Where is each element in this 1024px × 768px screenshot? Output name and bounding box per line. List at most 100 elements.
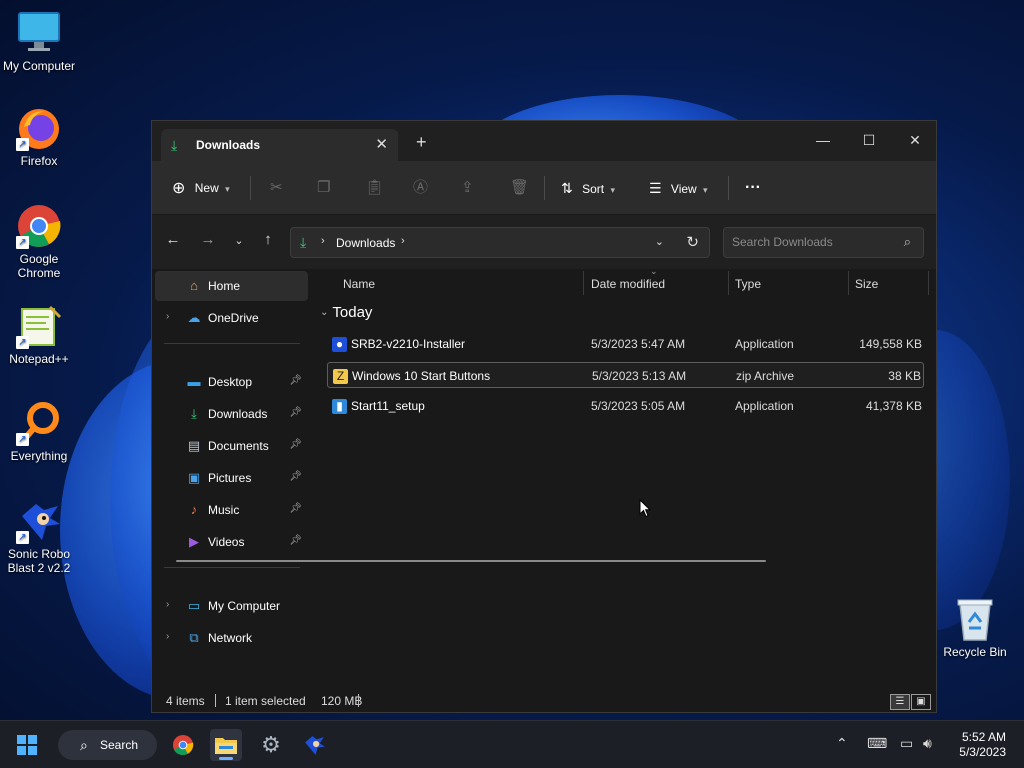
- chevron-right-icon[interactable]: ›: [166, 311, 169, 322]
- pin-icon[interactable]: 📌︎: [289, 503, 302, 514]
- column-divider[interactable]: [928, 271, 929, 295]
- recent-locations-chevron-icon[interactable]: ⌄: [228, 234, 250, 247]
- start-button[interactable]: [11, 729, 43, 761]
- sidebar-item-videos[interactable]: ▶ Videos 📌︎: [155, 527, 308, 557]
- sidebar-item-home[interactable]: ⌂ Home: [155, 271, 308, 301]
- pin-icon[interactable]: 📌︎: [289, 375, 302, 386]
- active-indicator: [219, 757, 233, 760]
- desktop-icon-notepadpp[interactable]: ↗ Notepad++: [0, 303, 78, 366]
- new-tab-button[interactable]: +: [416, 133, 427, 151]
- sidebar-item-my-computer[interactable]: › ▭ My Computer: [155, 591, 308, 621]
- copy-icon[interactable]: ❐: [317, 161, 330, 215]
- taskbar-file-explorer[interactable]: [210, 729, 242, 761]
- sidebar-item-downloads[interactable]: ⤓ Downloads 📌︎: [155, 399, 308, 429]
- videos-icon: ▶: [189, 534, 199, 549]
- title-bar[interactable]: ⤓ Downloads ✕ + — ☐ ✕: [152, 121, 936, 161]
- desktop-icon-recycle-bin[interactable]: Recycle Bin: [936, 596, 1014, 659]
- clock-time: 5:52 AM: [961, 730, 1006, 744]
- start11-app-icon: ▮: [332, 399, 347, 414]
- refresh-icon[interactable]: ↻: [686, 233, 699, 251]
- table-row[interactable]: Z Windows 10 Start Buttons 5/3/2023 5:13 A…: [327, 362, 924, 388]
- search-box[interactable]: ⌕: [723, 227, 924, 258]
- tiles-view-button[interactable]: ▣: [911, 694, 931, 710]
- chrome-icon: [172, 734, 194, 756]
- new-button[interactable]: ⊕ New ▾: [172, 161, 230, 215]
- table-row[interactable]: ● SRB2-v2210-Installer 5/3/2023 5:47 AM App…: [327, 331, 924, 357]
- sidebar-item-label: Documents: [208, 439, 269, 453]
- tab-downloads[interactable]: ⤓ Downloads ✕: [161, 129, 398, 161]
- sidebar-item-label: My Computer: [208, 599, 281, 613]
- details-view-button[interactable]: ☰: [890, 694, 910, 710]
- column-header-date[interactable]: Date modified: [591, 269, 665, 299]
- maximize-button[interactable]: ☐: [846, 126, 892, 154]
- column-header-type[interactable]: Type: [735, 269, 761, 299]
- keyboard-icon[interactable]: ⌨: [867, 735, 887, 752]
- minimize-button[interactable]: —: [800, 126, 846, 154]
- horizontal-scrollbar[interactable]: [176, 560, 766, 562]
- sidebar-divider: [164, 567, 300, 568]
- column-divider[interactable]: [848, 271, 849, 295]
- system-clock[interactable]: 5:52 AM 5/3/2023: [959, 730, 1006, 760]
- sidebar-item-documents[interactable]: ▤ Documents 📌︎: [155, 431, 308, 461]
- column-header-name[interactable]: Name: [343, 269, 375, 299]
- pin-icon[interactable]: 📌︎: [289, 535, 302, 546]
- pin-icon[interactable]: 📌︎: [289, 439, 302, 450]
- file-type: zip Archive: [736, 369, 795, 383]
- share-icon[interactable]: ⇪: [461, 161, 474, 215]
- column-divider[interactable]: [583, 271, 584, 295]
- up-arrow-icon[interactable]: ↑: [257, 231, 279, 248]
- cut-icon[interactable]: ✂: [270, 161, 283, 215]
- view-button[interactable]: ☰ View ▾: [649, 161, 708, 215]
- taskbar-chrome[interactable]: [167, 729, 199, 761]
- more-options-button[interactable]: ···: [745, 161, 761, 215]
- toolbar-divider: [544, 176, 545, 200]
- file-name: Start11_setup: [351, 399, 425, 413]
- desktop-icon-everything[interactable]: ↗ Everything: [0, 400, 78, 463]
- table-row[interactable]: ▮ Start11_setup 5/3/2023 5:05 AM Applicatio…: [327, 393, 924, 419]
- desktop-icon-chrome[interactable]: ↗ Google Chrome: [0, 203, 78, 280]
- status-divider: [358, 694, 359, 707]
- sidebar-item-onedrive[interactable]: › ☁ OneDrive: [155, 303, 308, 333]
- taskbar-settings[interactable]: ⚙: [255, 729, 287, 761]
- column-header-size[interactable]: Size: [855, 269, 878, 299]
- sidebar-item-music[interactable]: ♪ Music 📌︎: [155, 495, 308, 525]
- delete-icon[interactable]: 🗑︎: [510, 161, 529, 215]
- show-hidden-icons-chevron-icon[interactable]: ⌃: [836, 735, 848, 752]
- breadcrumb-chevron-icon[interactable]: ›: [401, 235, 405, 247]
- address-bar[interactable]: ⤓ › Downloads › ⌄ ↻: [290, 227, 710, 258]
- desktop-icon-label: Google Chrome: [17, 252, 61, 280]
- chevron-right-icon[interactable]: ›: [166, 599, 169, 610]
- rename-icon[interactable]: Ⓐ: [413, 161, 428, 215]
- sidebar-item-label: Network: [208, 631, 253, 645]
- sort-button[interactable]: ⇅ Sort ▾: [561, 161, 615, 215]
- forward-arrow-icon[interactable]: →: [197, 231, 219, 248]
- pin-icon[interactable]: 📌︎: [289, 407, 302, 418]
- chevron-right-icon[interactable]: ›: [166, 631, 169, 642]
- taskbar-search-button[interactable]: ⌕ Search: [58, 730, 157, 760]
- close-window-button[interactable]: ✕: [892, 126, 938, 154]
- volume-icon[interactable]: 🔊︎: [923, 735, 932, 752]
- sidebar-item-pictures[interactable]: ▣ Pictures 📌︎: [155, 463, 308, 493]
- file-size: 149,558 KB: [859, 337, 922, 351]
- sidebar-item-label: Pictures: [208, 471, 252, 485]
- pin-icon[interactable]: 📌︎: [289, 471, 302, 482]
- taskbar-srb2[interactable]: [298, 729, 330, 761]
- back-arrow-icon[interactable]: ←: [162, 231, 184, 248]
- sidebar-item-desktop[interactable]: ▬ Desktop 📌︎: [155, 367, 308, 397]
- desktop-icon-my-computer[interactable]: My Computer: [0, 10, 78, 73]
- breadcrumb-chevron-icon[interactable]: ›: [321, 235, 325, 247]
- column-divider[interactable]: [728, 271, 729, 295]
- sidebar-item-network[interactable]: › ⧉ Network: [155, 623, 308, 653]
- document-icon: ▤: [187, 438, 201, 453]
- search-input[interactable]: [732, 235, 892, 249]
- paste-icon[interactable]: 📋︎: [365, 161, 384, 215]
- desktop-icon-firefox[interactable]: ↗ Firefox: [0, 105, 78, 168]
- view-button-label: View: [670, 182, 697, 196]
- breadcrumb-downloads[interactable]: Downloads: [336, 236, 395, 250]
- group-header-today[interactable]: ⌄ Today: [320, 304, 372, 321]
- desktop-icon-srb2[interactable]: ↗ Sonic Robo Blast 2 v2.2: [0, 498, 78, 575]
- network-status-icon[interactable]: ▭: [900, 735, 913, 752]
- close-tab-button[interactable]: ✕: [375, 135, 388, 153]
- address-dropdown-icon[interactable]: ⌄: [655, 235, 664, 248]
- sort-arrows-icon: ⇅: [561, 180, 573, 196]
